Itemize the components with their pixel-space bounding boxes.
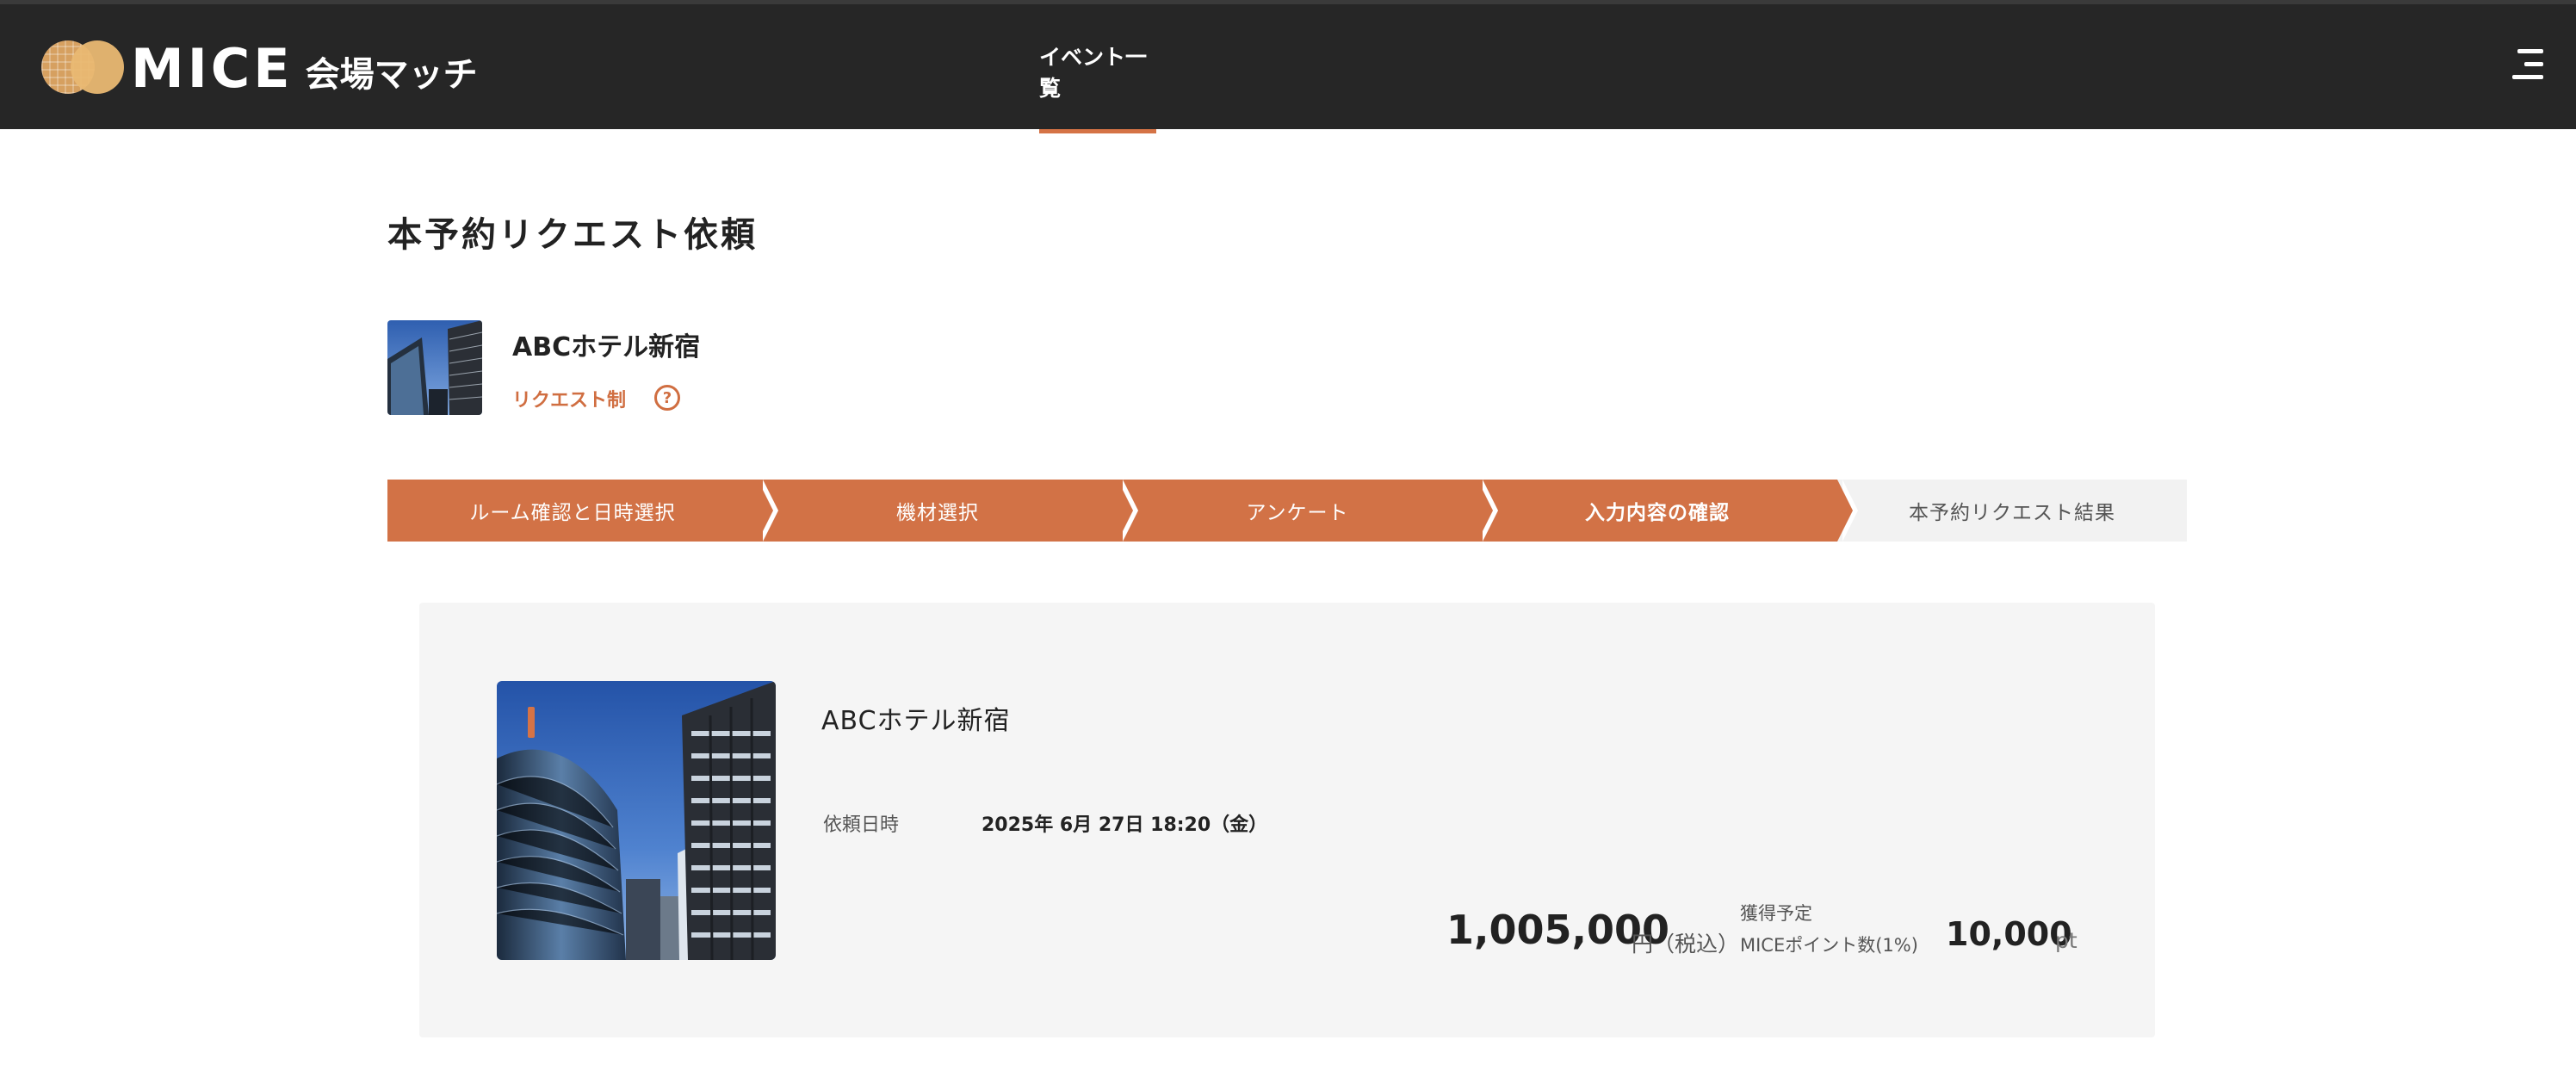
photo-marker (528, 707, 535, 738)
site-logo[interactable]: MICE 会場マッチ (41, 40, 478, 97)
step-confirm-input: 入力内容の確認 (1477, 480, 1858, 542)
venue-photo (497, 681, 776, 960)
logo-text: MICE (131, 37, 294, 100)
booking-summary-card: ABCホテル新宿 依頼日時 2025年 6月 27日 18:20（金） 1,00… (419, 603, 2155, 1037)
points-label: MICEポイント数(1%) (1740, 935, 1918, 956)
hamburger-menu-icon[interactable] (2512, 47, 2543, 82)
venue-name: ABCホテル新宿 (512, 332, 701, 362)
active-tab-indicator (1039, 129, 1156, 133)
points-caption: 獲得予定 (1740, 903, 1812, 924)
step-label: 本予約リクエスト結果 (1909, 502, 2115, 524)
points-value: 10,000 (1946, 915, 2072, 953)
logo-circles-icon (41, 40, 124, 97)
progress-steps: ルーム確認と日時選択 機材選択 アンケート 入力内容の確認 本予約リクエスト結果 (387, 480, 2187, 542)
step-request-result: 本予約リクエスト結果 (1837, 480, 2187, 542)
top-header: MICE 会場マッチ イベント一覧 (0, 0, 2576, 133)
step-equipment: 機材選択 (758, 480, 1138, 542)
request-date-label: 依頼日時 (823, 814, 900, 836)
price-unit: 円（税込） (1632, 932, 1740, 956)
page-title: 本予約リクエスト依頼 (387, 215, 758, 255)
step-label: 入力内容の確認 (1585, 502, 1730, 524)
points-unit: pt (2055, 928, 2078, 953)
step-room-date: ルーム確認と日時選択 (387, 480, 778, 542)
step-label: 機材選択 (896, 502, 979, 524)
logo-subtext: 会場マッチ (305, 55, 478, 95)
step-label: アンケート (1246, 502, 1349, 524)
request-date-value: 2025年 6月 27日 18:20（金） (981, 814, 1268, 836)
step-label: ルーム確認と日時選択 (469, 502, 676, 524)
help-icon[interactable]: ? (654, 385, 680, 411)
nav-tab-label: イベント一覧 (1039, 44, 1148, 101)
venue-thumbnail (387, 320, 482, 415)
request-type-label: リクエスト制 (512, 390, 627, 412)
summary-venue-name: ABCホテル新宿 (821, 706, 1011, 736)
nav-tab-event-list[interactable]: イベント一覧 (1039, 9, 1156, 133)
step-survey: アンケート (1118, 480, 1498, 542)
